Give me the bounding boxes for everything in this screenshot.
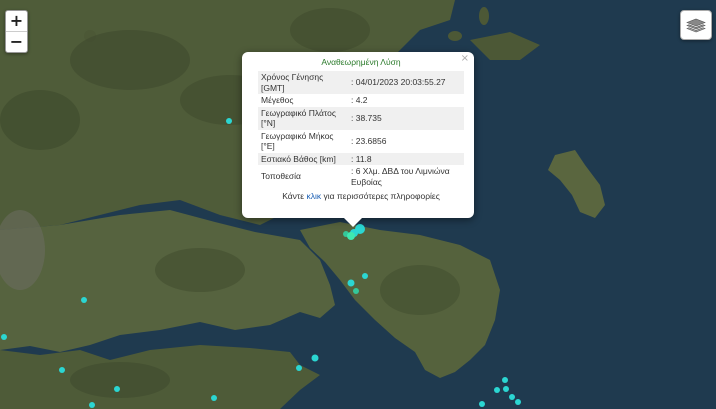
earthquake-marker[interactable] — [311, 354, 319, 362]
detail-value: : 04/01/2023 20:03:55.27 — [348, 71, 464, 94]
earthquake-details-table: Χρόνος Γένησης [GMT] : 04/01/2023 20:03:… — [258, 71, 464, 188]
terrain-patch — [70, 30, 190, 90]
earthquake-marker[interactable] — [89, 402, 95, 408]
terrain-patch — [0, 90, 80, 150]
detail-label: Εστιακό Βάθος [km] — [258, 152, 348, 165]
detail-label: Γεωγραφικό Πλάτος [°N] — [258, 106, 348, 130]
popup-title: Αναθεωρημένη Λύση — [321, 57, 401, 67]
layers-button[interactable] — [680, 10, 712, 40]
land-islet — [479, 7, 489, 25]
detail-label: Γεωγραφικό Μήκος [°E] — [261, 130, 334, 152]
detail-label: Τοποθεσία — [261, 171, 301, 182]
earthquake-marker[interactable] — [226, 118, 232, 124]
terrain-patch — [290, 8, 370, 52]
earthquake-marker[interactable] — [347, 279, 355, 287]
detail-label: Χρόνος Γένησης [GMT] — [258, 71, 348, 94]
layers-icon — [686, 18, 706, 33]
earthquake-marker[interactable] — [114, 386, 120, 392]
more-info-text: Κάντε κλικ για περισσότερες πληροφορίες — [258, 191, 464, 201]
earthquake-info-popup: × Αναθεωρημένη Λύση Χρόνος Γένησης [GMT]… — [242, 52, 474, 227]
detail-label: Μέγεθος — [261, 95, 294, 105]
earthquake-marker[interactable] — [479, 401, 485, 407]
detail-row-depth: Εστιακό Βάθος [km] : 11.8 — [258, 152, 464, 165]
earthquake-marker[interactable] — [503, 386, 509, 392]
earthquake-marker[interactable] — [353, 288, 359, 294]
detail-value: : 11.8 — [348, 152, 464, 165]
earthquake-marker[interactable] — [502, 377, 508, 383]
earthquake-marker[interactable] — [59, 367, 65, 373]
earthquake-marker[interactable] — [515, 399, 521, 405]
detail-value: : 6 Χλμ. ΔΒΔ του Λιμνιώνα Ευβοίας — [351, 166, 450, 187]
detail-value: : 23.6856 — [351, 135, 387, 146]
earthquake-marker[interactable] — [296, 365, 302, 371]
earthquake-marker[interactable] — [362, 273, 368, 279]
earthquake-marker[interactable] — [81, 297, 87, 303]
detail-value: : 38.735 — [348, 106, 464, 130]
land-islet — [448, 31, 462, 41]
earthquake-marker-selected[interactable] — [347, 232, 355, 240]
detail-row-location: Τοποθεσία : 6 Χλμ. ΔΒΔ του Λιμνιώνα Ευβο… — [258, 165, 464, 188]
terrain-patch — [155, 248, 245, 292]
zoom-in-button[interactable]: + — [6, 11, 27, 31]
terrain-patch — [380, 265, 460, 315]
zoom-out-button[interactable]: − — [6, 31, 27, 52]
detail-row-latitude: Γεωγραφικό Πλάτος [°N] : 38.735 — [258, 106, 464, 130]
earthquake-marker[interactable] — [509, 394, 515, 400]
zoom-control: + − — [5, 10, 28, 53]
detail-row-magnitude: Μέγεθος : 4.2 — [258, 94, 464, 107]
terrain-patch — [70, 362, 170, 398]
earthquake-marker[interactable] — [211, 395, 217, 401]
earthquake-marker[interactable] — [494, 387, 500, 393]
popup-tip — [344, 218, 362, 227]
more-info-prefix: Κάντε — [282, 191, 307, 201]
detail-value: : 4.2 — [351, 95, 368, 105]
earthquake-marker[interactable] — [1, 334, 7, 340]
detail-row-longitude: Γεωγραφικό Μήκος [°E] : 23.6856 — [258, 130, 464, 153]
more-info-link[interactable]: κλικ — [306, 191, 321, 201]
detail-row-origin-time: Χρόνος Γένησης [GMT] : 04/01/2023 20:03:… — [258, 71, 464, 94]
more-info-suffix: για περισσότερες πληροφορίες — [321, 191, 440, 201]
popup-close-button[interactable]: × — [461, 53, 469, 64]
